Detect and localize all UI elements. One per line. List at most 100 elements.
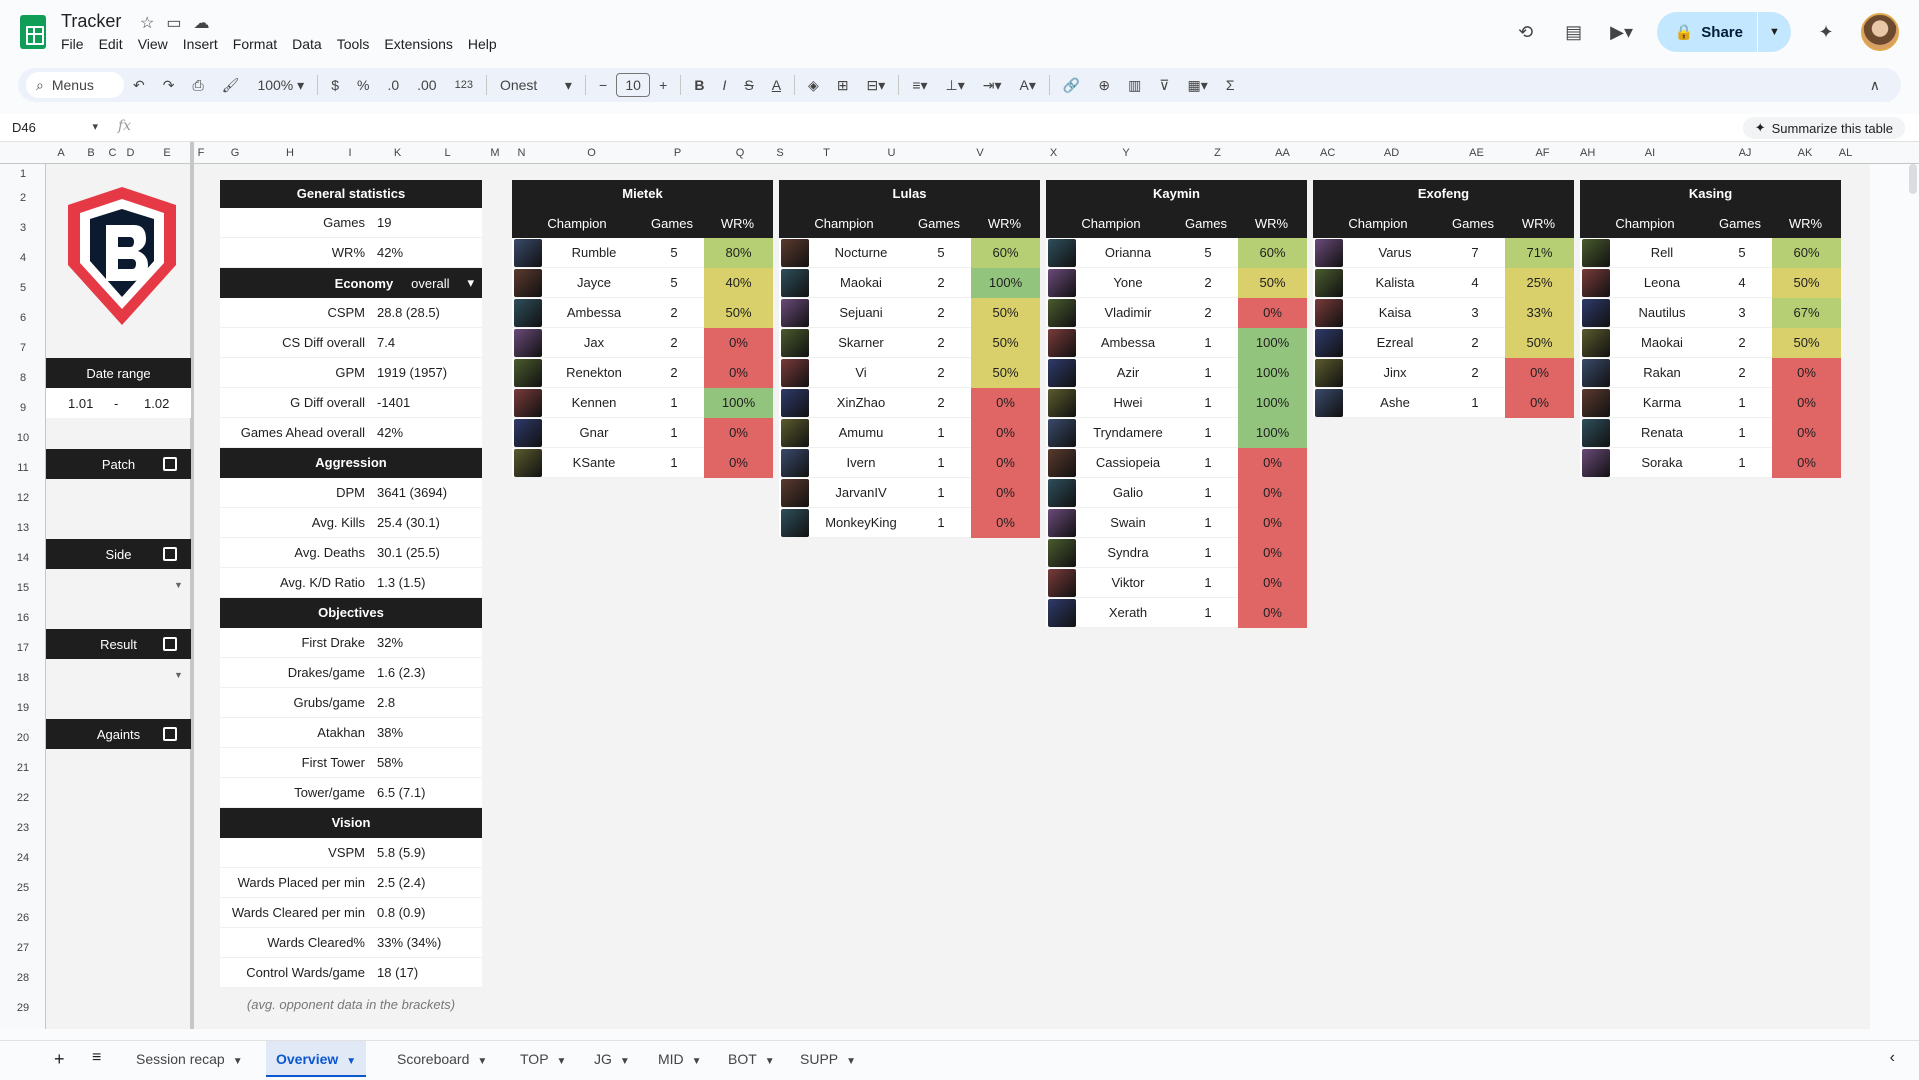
champion-row[interactable]: Viktor 1 0% xyxy=(1046,567,1307,598)
col-header-AF[interactable]: AF xyxy=(1505,147,1580,159)
champion-row[interactable]: Kalista 4 25% xyxy=(1313,267,1574,298)
all-sheets-icon[interactable]: ≡ xyxy=(92,1049,101,1067)
economy-select[interactable]: overall xyxy=(411,276,449,291)
col-header-AA[interactable]: AA xyxy=(1245,147,1320,159)
row-header[interactable]: 13 xyxy=(0,522,46,534)
row-header[interactable]: 2 xyxy=(0,192,46,204)
text-color-icon[interactable]: A xyxy=(763,77,790,93)
champion-row[interactable]: Jinx 2 0% xyxy=(1313,357,1574,388)
champion-row[interactable]: Renata 1 0% xyxy=(1580,417,1841,448)
comments-icon[interactable]: ▤ xyxy=(1561,19,1587,45)
chevron-down-icon[interactable]: ▼ xyxy=(692,1056,702,1067)
filter-icon[interactable]: ⊽ xyxy=(1150,77,1178,94)
increase-decimal-button[interactable]: .00 xyxy=(408,77,445,93)
champion-row[interactable]: Rell 5 60% xyxy=(1580,237,1841,268)
italic-icon[interactable]: I xyxy=(713,77,735,93)
col-header-Z[interactable]: Z xyxy=(1190,147,1245,159)
col-header-K[interactable]: K xyxy=(380,147,415,159)
champion-row[interactable]: Ivern 1 0% xyxy=(779,447,1040,478)
strikethrough-icon[interactable]: S xyxy=(735,77,762,93)
chevron-down-icon[interactable]: ▼ xyxy=(846,1056,856,1067)
row-header[interactable]: 9 xyxy=(0,402,46,414)
tab-session-recap[interactable]: Session recap ▼ xyxy=(126,1041,253,1077)
star-icon[interactable]: ☆ xyxy=(140,13,154,33)
row-header[interactable]: 4 xyxy=(0,252,46,264)
row-header[interactable]: 27 xyxy=(0,942,46,954)
menu-tools[interactable]: Tools xyxy=(337,36,377,52)
chevron-down-icon[interactable]: ▼ xyxy=(346,1056,356,1067)
chevron-down-icon[interactable]: ▾ xyxy=(467,275,474,291)
row-header[interactable]: 29 xyxy=(0,1002,46,1014)
font-size-decrease[interactable]: − xyxy=(590,77,616,93)
align-icon[interactable]: ≡▾ xyxy=(903,77,936,94)
menu-file[interactable]: File xyxy=(61,36,91,52)
row-header[interactable]: 21 xyxy=(0,762,46,774)
avatar[interactable] xyxy=(1861,13,1899,51)
menu-format[interactable]: Format xyxy=(233,36,284,52)
champion-row[interactable]: Syndra 1 0% xyxy=(1046,537,1307,568)
tab-jg[interactable]: JG ▼ xyxy=(584,1041,640,1077)
row-header[interactable]: 1 xyxy=(0,168,46,180)
row-header[interactable]: 18 xyxy=(0,672,46,684)
champion-row[interactable]: Maokai 2 100% xyxy=(779,267,1040,298)
zoom-select[interactable]: 100% ▾ xyxy=(248,77,313,94)
paint-format-icon[interactable]: 🖌 xyxy=(213,77,249,94)
champion-row[interactable]: Swain 1 0% xyxy=(1046,507,1307,538)
tab-bot[interactable]: BOT ▼ xyxy=(718,1041,785,1077)
chart-icon[interactable]: ▥ xyxy=(1119,77,1150,94)
champion-row[interactable]: Varus 7 71% xyxy=(1313,237,1574,268)
champion-row[interactable]: KSante 1 0% xyxy=(512,447,773,478)
col-header-G[interactable]: G xyxy=(210,147,260,159)
vertical-scrollbar[interactable] xyxy=(1909,164,1917,194)
row-header[interactable]: 22 xyxy=(0,792,46,804)
redo-icon[interactable]: ↷ xyxy=(154,77,184,94)
freeze-divider[interactable] xyxy=(190,142,194,1029)
champion-row[interactable]: Yone 2 50% xyxy=(1046,267,1307,298)
champion-row[interactable]: Renekton 2 0% xyxy=(512,357,773,388)
print-icon[interactable]: ⎙ xyxy=(183,77,212,94)
col-header-Y[interactable]: Y xyxy=(1062,147,1190,159)
col-header-F[interactable]: F xyxy=(192,147,210,159)
date-from[interactable]: 1.01 xyxy=(68,396,93,411)
decrease-decimal-button[interactable]: .0 xyxy=(378,77,408,93)
col-header-AC[interactable]: AC xyxy=(1320,147,1335,159)
borders-icon[interactable]: ⊞ xyxy=(828,77,858,94)
col-header-V[interactable]: V xyxy=(915,147,1045,159)
champion-row[interactable]: XinZhao 2 0% xyxy=(779,387,1040,418)
row-header[interactable]: 3 xyxy=(0,222,46,234)
col-header-X[interactable]: X xyxy=(1045,147,1062,159)
result-checkbox[interactable] xyxy=(163,637,177,651)
chevron-down-icon[interactable]: ▼ xyxy=(765,1056,775,1067)
gemini-icon[interactable]: ✦ xyxy=(1813,19,1839,45)
doc-title[interactable]: Tracker xyxy=(61,11,121,32)
champion-row[interactable]: Sejuani 2 50% xyxy=(779,297,1040,328)
chevron-down-icon[interactable]: ▼ xyxy=(233,1056,243,1067)
col-header-B[interactable]: B xyxy=(76,147,106,159)
chevron-down-icon[interactable]: ▼ xyxy=(620,1056,630,1067)
name-box[interactable]: D46 xyxy=(12,120,98,135)
chevron-down-icon[interactable]: ▼ xyxy=(557,1056,567,1067)
champion-row[interactable]: Vi 2 50% xyxy=(779,357,1040,388)
functions-icon[interactable]: Σ xyxy=(1217,77,1244,93)
currency-button[interactable]: $ xyxy=(322,77,348,93)
champion-row[interactable]: Jax 2 0% xyxy=(512,327,773,358)
row-header[interactable]: 6 xyxy=(0,312,46,324)
row-header[interactable]: 19 xyxy=(0,702,46,714)
fill-color-icon[interactable]: ◈ xyxy=(799,77,828,94)
sheets-logo-icon[interactable] xyxy=(20,15,46,49)
champion-row[interactable]: Orianna 5 60% xyxy=(1046,237,1307,268)
font-select[interactable]: Onest ▾ xyxy=(491,77,581,94)
patch-checkbox[interactable] xyxy=(163,457,177,471)
chevron-down-icon[interactable]: ▼ xyxy=(477,1056,487,1067)
champion-row[interactable]: Ambessa 1 100% xyxy=(1046,327,1307,358)
row-header[interactable]: 20 xyxy=(0,732,46,744)
champion-row[interactable]: Cassiopeia 1 0% xyxy=(1046,447,1307,478)
champion-row[interactable]: Azir 1 100% xyxy=(1046,357,1307,388)
row-header[interactable]: 16 xyxy=(0,612,46,624)
table-views-icon[interactable]: ▦▾ xyxy=(1179,77,1217,94)
champion-row[interactable]: Galio 1 0% xyxy=(1046,477,1307,508)
row-header[interactable]: 25 xyxy=(0,882,46,894)
link-icon[interactable]: 🔗 xyxy=(1054,77,1089,94)
col-header-M[interactable]: M xyxy=(480,147,510,159)
champion-row[interactable]: Tryndamere 1 100% xyxy=(1046,417,1307,448)
